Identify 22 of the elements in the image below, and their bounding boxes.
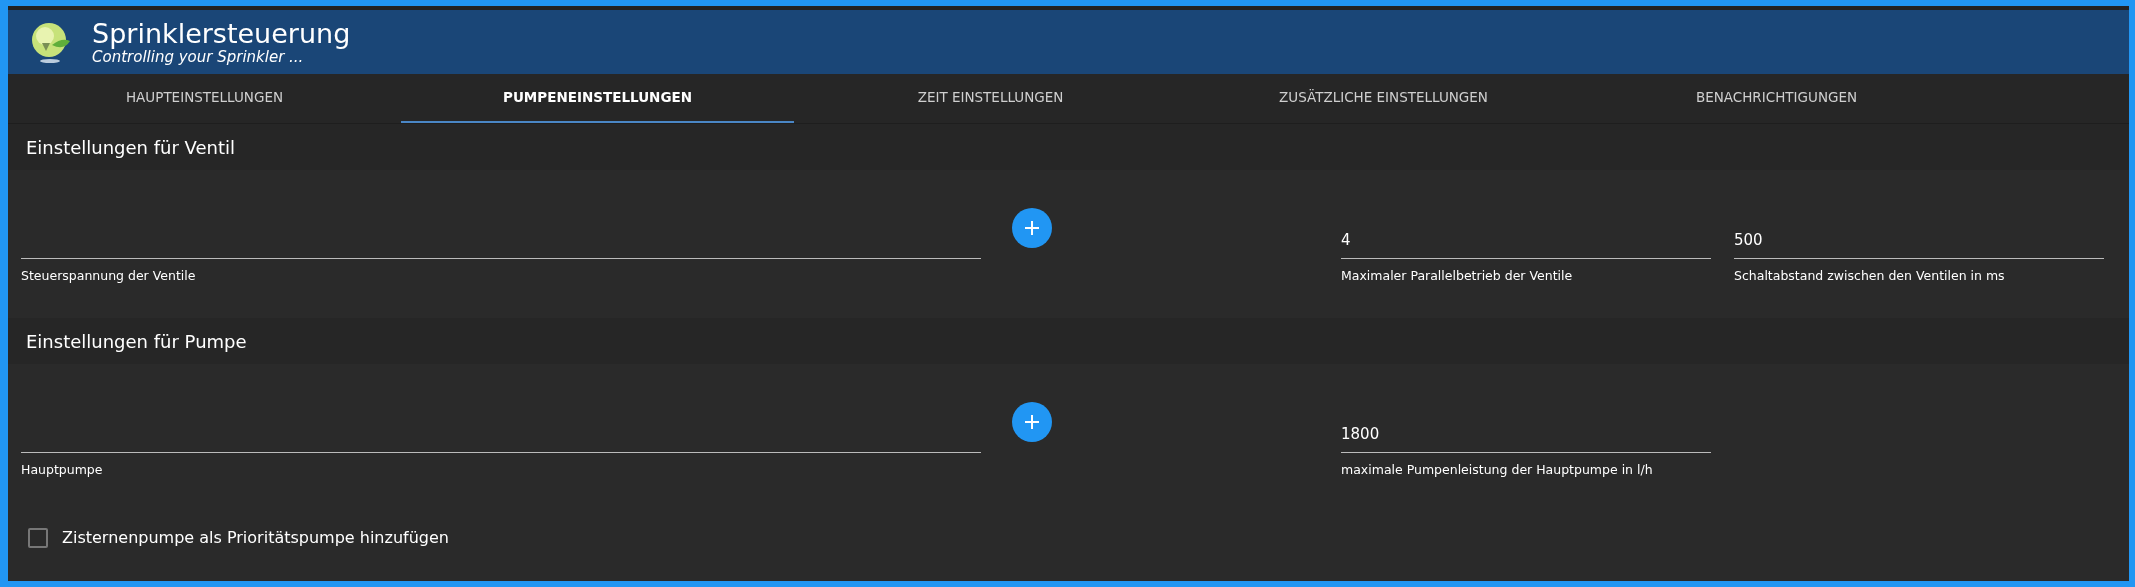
add-button[interactable] [1012,208,1052,248]
input-field[interactable]: 1800 [1341,394,1711,453]
tab[interactable]: ZEIT EINSTELLUNGEN [794,74,1187,123]
field-label: maximale Pumpenleistung der Hauptpumpe in l/h [1341,461,1654,479]
app-title: Sprinklersteuerung [92,18,351,49]
field-label: Steuerspannung der Ventile [21,267,197,285]
section-heading: Einstellungen für Ventil [8,124,2129,170]
app-subtitle: Controlling your Sprinkler ... [92,48,304,66]
plus-icon [1023,413,1041,431]
checkbox[interactable] [28,528,48,548]
add-button[interactable] [1012,402,1052,442]
tab[interactable]: HAUPTEINSTELLUNGEN [8,74,401,123]
field-label: Schaltabstand zwischen den Ventilen in ms [1734,267,2006,285]
field-label: Hauptpumpe [21,461,104,479]
field-label: Maximaler Parallelbetrieb der Ventile [1341,267,1574,285]
tab[interactable]: ZUSÄTZLICHE EINSTELLUNGEN [1187,74,1580,123]
tab[interactable]: BENACHRICHTIGUNGEN [1580,74,1973,123]
section-heading: Einstellungen für Pumpe [8,318,2129,364]
input-field[interactable]: 500 [1734,200,2104,259]
plus-icon [1023,219,1041,237]
checkbox-label: Zisternenpumpe als Prioritätspumpe hinzufügen [62,527,449,549]
input-field[interactable]: 4 [1341,200,1711,259]
